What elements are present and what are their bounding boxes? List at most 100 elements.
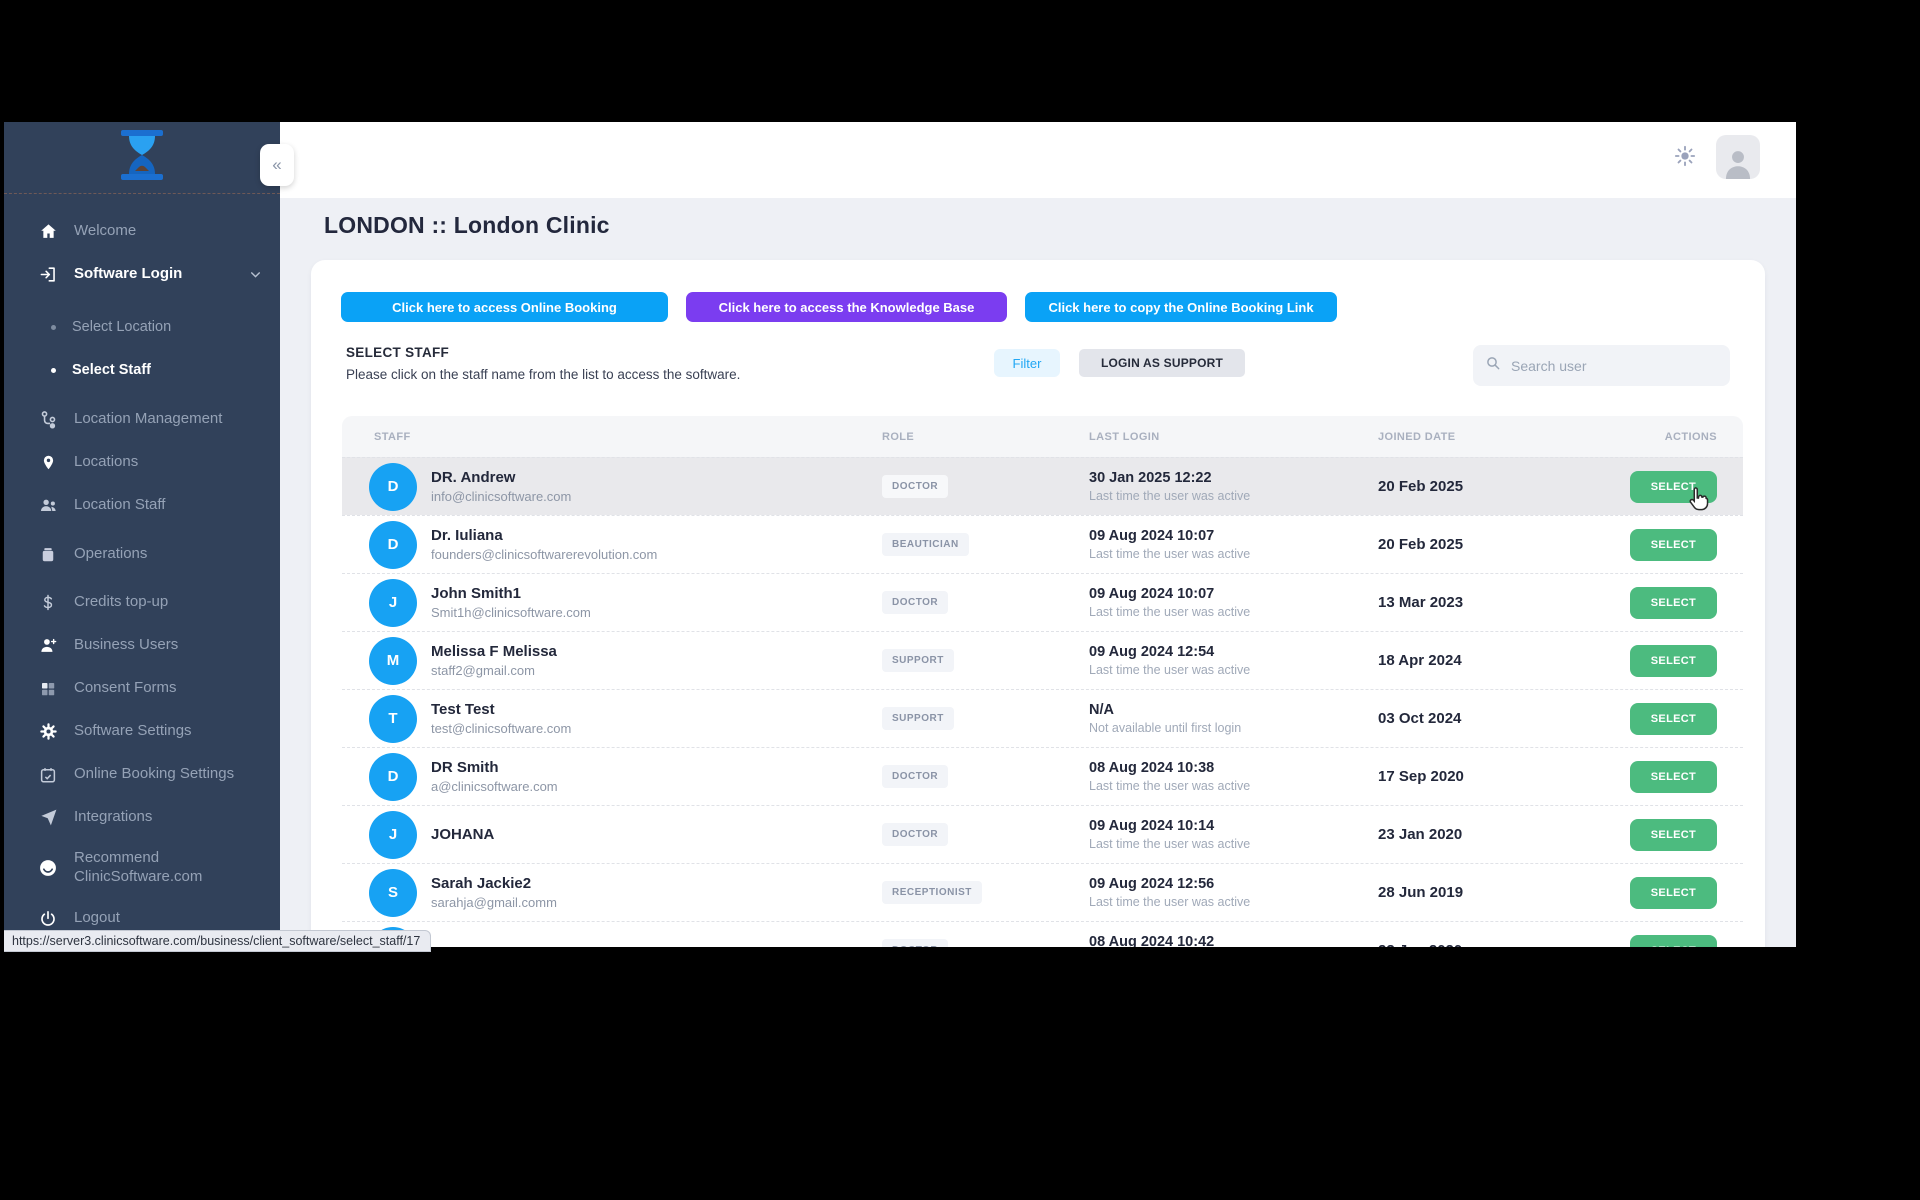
sidebar-item-software-login[interactable]: Software Login xyxy=(4,253,280,296)
joined-date-value: 18 Apr 2024 xyxy=(1378,652,1627,669)
last-login-note: Not available until first login xyxy=(1089,721,1378,735)
sidebar-item-recommend-clinicsoftware-com[interactable]: RecommendClinicSoftware.com xyxy=(4,839,280,897)
page-title: LONDON :: London Clinic xyxy=(324,212,610,239)
last-login-value: 30 Jan 2025 12:22 xyxy=(1089,470,1378,486)
staff-avatar: J xyxy=(369,811,417,859)
staff-row[interactable]: J John Smith1 Smit1h@clinicsoftware.com … xyxy=(342,573,1743,631)
app-window: Welcome Software Login Select Location S… xyxy=(4,122,1796,947)
select-button[interactable]: SELECT xyxy=(1630,819,1717,851)
gear-icon xyxy=(36,722,60,741)
sidebar-item-location-management[interactable]: Location Management xyxy=(4,398,280,441)
sidebar-collapse-button[interactable]: « xyxy=(260,144,294,186)
last-login-value: 08 Aug 2024 10:38 xyxy=(1089,760,1378,776)
joined-date-value: 23 Jan 2020 xyxy=(1378,942,1627,947)
staff-email: test@clinicsoftware.com xyxy=(431,721,571,736)
select-staff-heading: SELECT STAFF xyxy=(346,345,740,360)
select-button[interactable]: SELECT xyxy=(1630,761,1717,793)
calendar-check-icon xyxy=(36,766,60,784)
user-avatar[interactable] xyxy=(1716,135,1760,179)
sidebar-item-label: Operations xyxy=(74,545,147,564)
staff-row[interactable]: D Dr. Iuliana founders@clinicsoftwarerev… xyxy=(342,515,1743,573)
select-button[interactable]: SELECT xyxy=(1630,471,1717,503)
power-icon xyxy=(36,910,60,928)
knowledge-base-button[interactable]: Click here to access the Knowledge Base xyxy=(686,292,1007,322)
staff-email: founders@clinicsoftwarerevolution.com xyxy=(431,547,657,562)
select-button[interactable]: SELECT xyxy=(1630,645,1717,677)
sidebar-item-welcome[interactable]: Welcome xyxy=(4,210,280,253)
select-button[interactable]: SELECT xyxy=(1630,703,1717,735)
staff-row[interactable]: D DR. Andrew info@clinicsoftware.com DOC… xyxy=(342,457,1743,515)
double-chevron-left-icon: « xyxy=(272,155,281,175)
bullet-icon xyxy=(48,325,58,330)
role-badge: SUPPORT xyxy=(882,649,954,672)
bin-icon xyxy=(36,545,60,564)
sidebar-item-business-users[interactable]: Business Users xyxy=(4,624,280,667)
smiley-icon xyxy=(36,858,60,878)
select-button[interactable]: SELECT xyxy=(1630,529,1717,561)
table-body: D DR. Andrew info@clinicsoftware.com DOC… xyxy=(342,457,1743,947)
role-badge: BEAUTICIAN xyxy=(882,533,969,556)
sidebar-item-locations[interactable]: Locations xyxy=(4,441,280,484)
sidebar-item-label: RecommendClinicSoftware.com xyxy=(74,849,202,887)
joined-date-value: 17 Sep 2020 xyxy=(1378,768,1627,785)
filter-button[interactable]: Filter xyxy=(994,349,1060,377)
panel-head: SELECT STAFF Please click on the staff n… xyxy=(346,345,1736,382)
theme-toggle-sun-icon[interactable] xyxy=(1674,145,1696,167)
online-booking-button[interactable]: Click here to access Online Booking xyxy=(341,292,668,322)
role-badge: DOCTOR xyxy=(882,823,948,846)
joined-date-value: 13 Mar 2023 xyxy=(1378,594,1627,611)
sidebar-item-location-staff[interactable]: Location Staff xyxy=(4,484,280,527)
staff-row[interactable]: D DR Smith a@clinicsoftware.com DOCTOR 0… xyxy=(342,747,1743,805)
sidebar-item-credits-top-up[interactable]: Credits top-up xyxy=(4,581,280,624)
login-as-support-button[interactable]: LOGIN AS SUPPORT xyxy=(1079,349,1245,377)
last-login-note: Last time the user was active xyxy=(1089,605,1378,619)
staff-email: sarahja@gmail.comm xyxy=(431,895,557,910)
staff-avatar: J xyxy=(369,579,417,627)
staff-avatar: M xyxy=(369,637,417,685)
logo-area xyxy=(4,122,280,194)
sidebar-item-select-staff[interactable]: Select Staff xyxy=(4,349,280,392)
sidebar-item-label: Location Staff xyxy=(74,496,165,515)
paper-plane-icon xyxy=(36,808,60,827)
search-user-input[interactable] xyxy=(1511,358,1701,374)
dollar-icon xyxy=(36,593,60,612)
sitemap-icon xyxy=(36,410,60,429)
sidebar-item-label: Software Settings xyxy=(74,722,192,741)
sidebar-item-integrations[interactable]: Integrations xyxy=(4,796,280,839)
copy-booking-link-button[interactable]: Click here to copy the Online Booking Li… xyxy=(1025,292,1337,322)
sidebar-item-software-settings[interactable]: Software Settings xyxy=(4,710,280,753)
staff-card: Click here to access Online Booking Clic… xyxy=(311,260,1765,947)
joined-date-value: 20 Feb 2025 xyxy=(1378,536,1627,553)
sidebar-item-online-booking-settings[interactable]: Online Booking Settings xyxy=(4,753,280,796)
last-login-note: Last time the user was active xyxy=(1089,895,1378,909)
staff-avatar: D xyxy=(369,463,417,511)
role-badge: DOCTOR xyxy=(882,765,948,788)
last-login-note: Last time the user was active xyxy=(1089,547,1378,561)
staff-row[interactable]: DOCTOR 08 Aug 2024 10:42 Last time the u… xyxy=(342,921,1743,947)
staff-avatar: D xyxy=(369,521,417,569)
sidebar-item-label: Location Management xyxy=(74,410,222,429)
role-badge: SUPPORT xyxy=(882,707,954,730)
status-bar-url: https://server3.clinicsoftware.com/busin… xyxy=(4,930,431,952)
joined-date-value: 20 Feb 2025 xyxy=(1378,478,1627,495)
select-button[interactable]: SELECT xyxy=(1630,877,1717,909)
staff-row[interactable]: J JOHANA DOCTOR 09 Aug 2024 10:14 Last t… xyxy=(342,805,1743,863)
sidebar-item-consent-forms[interactable]: Consent Forms xyxy=(4,667,280,710)
sidebar-item-label: Locations xyxy=(74,453,138,472)
staff-name: Dr. Iuliana xyxy=(431,527,657,544)
sidebar-item-label: Consent Forms xyxy=(74,679,177,698)
clinicsoftware-logo-icon xyxy=(119,130,165,185)
staff-row[interactable]: M Melissa F Melissa staff2@gmail.com SUP… xyxy=(342,631,1743,689)
select-button[interactable]: SELECT xyxy=(1630,587,1717,619)
staff-email: staff2@gmail.com xyxy=(431,663,557,678)
sidebar-item-label: Welcome xyxy=(74,222,136,241)
topbar xyxy=(280,122,1796,198)
users-icon xyxy=(36,496,60,515)
bullet-icon xyxy=(48,368,58,373)
main-content: LONDON :: London Clinic Click here to ac… xyxy=(280,198,1796,947)
sidebar-item-select-location[interactable]: Select Location xyxy=(4,306,280,349)
staff-row[interactable]: S Sarah Jackie2 sarahja@gmail.comm RECEP… xyxy=(342,863,1743,921)
select-button[interactable]: SELECT xyxy=(1630,935,1717,948)
staff-row[interactable]: T Test Test test@clinicsoftware.com SUPP… xyxy=(342,689,1743,747)
sidebar-item-operations[interactable]: Operations xyxy=(4,533,280,576)
